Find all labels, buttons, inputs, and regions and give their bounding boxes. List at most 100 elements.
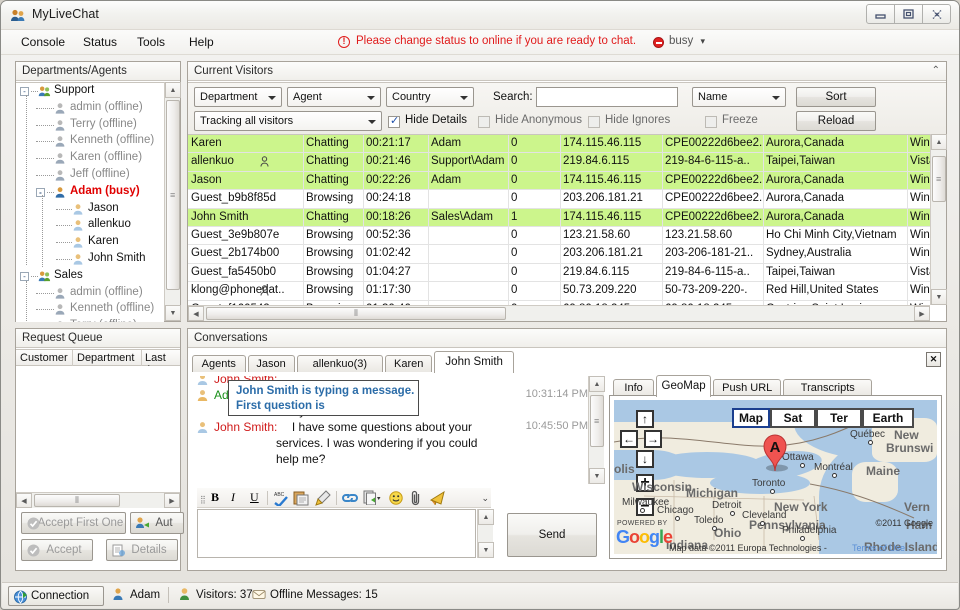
sort-field-select[interactable]: Name — [692, 87, 786, 107]
tracking-filter[interactable]: Tracking all visitors — [194, 111, 382, 131]
visitor-row[interactable]: John SmithChatting00:18:26Sales\Adam1174… — [188, 209, 930, 227]
map-type-map[interactable]: Map — [732, 408, 770, 428]
scroll-thumb[interactable] — [206, 307, 506, 320]
scroll-left-arrow[interactable]: ◀ — [188, 306, 204, 321]
accept-button[interactable]: Accept — [21, 539, 93, 561]
drag-handle-icon[interactable]: ⣿ — [200, 492, 204, 507]
info-tab-transcripts[interactable]: Transcripts — [783, 379, 872, 396]
visitor-row[interactable]: JasonChatting00:22:26Adam0174.115.46.115… — [188, 172, 930, 190]
reload-button[interactable]: Reload — [796, 111, 876, 131]
chevron-up-icon[interactable]: ⌃ — [932, 65, 940, 76]
canned-response-icon[interactable] — [363, 490, 381, 505]
editor-scrollbar[interactable]: ▲ ▼ — [477, 509, 493, 558]
visitor-row[interactable]: Guest_2b174b00Browsing01:02:420203.206.1… — [188, 245, 930, 263]
scroll-down-arrow[interactable]: ▼ — [165, 305, 181, 321]
scroll-up-arrow[interactable]: ▲ — [931, 134, 947, 150]
info-tab-push-url[interactable]: Push URL — [713, 379, 781, 396]
message-input[interactable] — [197, 509, 476, 558]
tree-item-adam-busy[interactable]: - Adam (busy) — [16, 184, 164, 201]
tree-item-john-smith[interactable]: John Smith — [16, 251, 164, 268]
column-customer[interactable]: Customer — [20, 352, 68, 364]
scroll-down-arrow[interactable]: ▼ — [589, 468, 605, 484]
link-icon[interactable] — [342, 492, 358, 504]
conversation-tab-allenkuo-3[interactable]: allenkuo(3) — [297, 355, 384, 372]
request-queue-hscrollbar[interactable]: ◀ ▶ — [16, 492, 180, 508]
request-queue-list[interactable] — [16, 366, 180, 492]
departments-tree[interactable]: - Support admin (offline) Terry (offline… — [16, 82, 164, 322]
conversation-tab-karen[interactable]: Karen — [385, 355, 432, 372]
scroll-thumb[interactable] — [932, 156, 946, 202]
visitors-hscrollbar[interactable]: ◀ ▶ — [188, 305, 930, 321]
map-pan-down-button[interactable]: ↓ — [636, 450, 654, 468]
accept-first-one-button[interactable]: Accept First One — [21, 512, 126, 534]
tree-item-karen-offline[interactable]: Karen (offline) — [16, 150, 164, 167]
tree-expander[interactable]: - — [36, 188, 45, 197]
scroll-up-arrow[interactable]: ▲ — [589, 376, 605, 392]
attachment-icon[interactable] — [410, 490, 422, 506]
sound-icon[interactable] — [429, 491, 446, 505]
send-button[interactable]: Send — [507, 513, 597, 557]
map-type-ter[interactable]: Ter — [816, 408, 862, 428]
conversation-tab-agents[interactable]: Agents — [192, 355, 246, 372]
tree-expander[interactable]: - — [20, 272, 29, 281]
tree-item-terry-offline[interactable]: Terry (offline) — [16, 318, 164, 322]
scroll-down-arrow[interactable]: ▼ — [478, 542, 494, 558]
column-department[interactable]: Department — [77, 352, 134, 364]
menu-tools[interactable]: Tools — [137, 35, 165, 49]
scroll-thumb[interactable] — [166, 100, 180, 290]
department-filter[interactable]: Department — [194, 87, 282, 107]
visitors-table[interactable]: KarenChatting00:21:17Adam0174.115.46.115… — [188, 134, 930, 306]
status-dropdown[interactable]: busy ▾ — [669, 35, 705, 47]
sort-button[interactable]: Sort — [796, 87, 876, 107]
map-pan-up-button[interactable]: ↑ — [636, 410, 654, 428]
info-tab-info[interactable]: Info — [613, 379, 654, 396]
checkbox-box[interactable] — [388, 116, 400, 128]
search-input[interactable] — [536, 87, 678, 107]
country-filter[interactable]: Country — [386, 87, 474, 107]
tree-expander[interactable]: - — [20, 87, 29, 96]
tree-item-kenneth-offline[interactable]: Kenneth (offline) — [16, 301, 164, 318]
details-button[interactable]: Details — [106, 539, 178, 561]
conversation-tab-jason[interactable]: Jason — [248, 355, 295, 372]
tree-item-sales[interactable]: - Sales — [16, 268, 164, 285]
tree-item-terry-offline[interactable]: Terry (offline) — [16, 117, 164, 134]
bold-icon[interactable]: B — [211, 490, 219, 505]
scroll-right-arrow[interactable]: ▶ — [914, 306, 930, 321]
visitor-row[interactable]: klong@phonedat..Browsing01:17:30050.73.2… — [188, 282, 930, 300]
menu-console[interactable]: Console — [21, 35, 65, 49]
scroll-thumb[interactable] — [590, 395, 604, 447]
map-type-sat[interactable]: Sat — [770, 408, 816, 428]
checkbox-box[interactable] — [588, 116, 600, 128]
chat-scrollbar[interactable]: ▲ ▼ — [588, 376, 604, 484]
tree-item-jason[interactable]: Jason — [16, 201, 164, 218]
scroll-down-arrow[interactable]: ▼ — [931, 289, 947, 305]
underline-icon[interactable]: U — [250, 490, 259, 505]
connection-button[interactable]: Connection — [8, 586, 104, 606]
close-button[interactable] — [922, 4, 951, 24]
tree-item-support[interactable]: - Support — [16, 83, 164, 100]
visitor-row[interactable]: allenkuoChatting00:21:46Support\Adam0219… — [188, 153, 930, 171]
map-type-earth[interactable]: Earth — [862, 408, 914, 428]
checkbox-box[interactable] — [478, 116, 490, 128]
checkbox-box[interactable] — [705, 116, 717, 128]
menu-status[interactable]: Status — [83, 35, 117, 49]
scroll-left-arrow[interactable]: ◀ — [16, 493, 32, 508]
scroll-up-arrow[interactable]: ▲ — [165, 82, 181, 98]
visitors-vscrollbar[interactable]: ▲ ▼ — [930, 134, 946, 305]
tree-item-kenneth-offline[interactable]: Kenneth (offline) — [16, 133, 164, 150]
tree-item-allenkuo[interactable]: allenkuo — [16, 217, 164, 234]
paste-icon[interactable] — [293, 490, 309, 506]
emoticon-icon[interactable] — [389, 491, 403, 505]
visitor-row[interactable]: Guest_b9b8f85dBrowsing00:24:180203.206.1… — [188, 190, 930, 208]
close-icon[interactable]: ✕ — [926, 352, 941, 367]
visitor-row[interactable]: Guest_3e9b807eBrowsing00:52:360123.21.58… — [188, 227, 930, 245]
tree-item-admin-offline[interactable]: admin (offline) — [16, 285, 164, 302]
italic-icon[interactable]: I — [231, 490, 235, 505]
agent-filter[interactable]: Agent — [287, 87, 381, 107]
toolbar-overflow-icon[interactable]: ⌄ — [481, 491, 489, 506]
geomap[interactable]: ↑ ← → ↓ + − Map Sat Ter Earth WisconsinM… — [614, 400, 937, 554]
scroll-up-arrow[interactable]: ▲ — [478, 509, 494, 525]
info-tab-geomap[interactable]: GeoMap — [656, 375, 711, 397]
scroll-right-arrow[interactable]: ▶ — [164, 493, 180, 508]
map-pan-left-button[interactable]: ← — [620, 430, 638, 448]
